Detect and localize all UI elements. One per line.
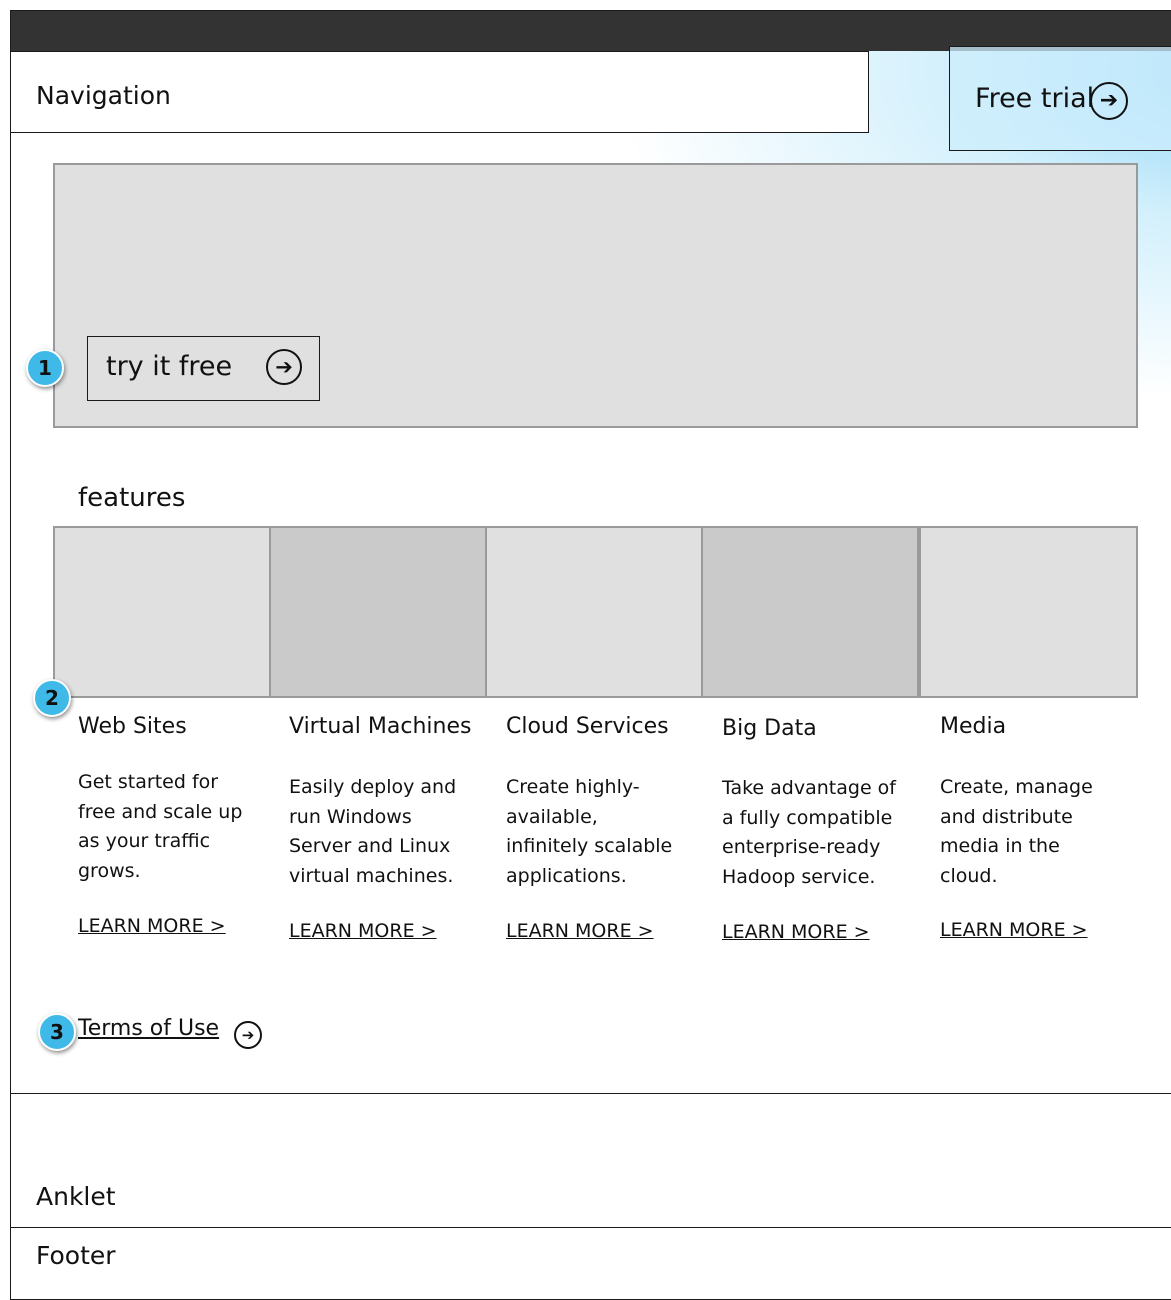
free-trial-button[interactable]: Free trial ➔: [949, 46, 1171, 151]
feature-title-web-sites: Web Sites: [78, 714, 187, 739]
learn-more-link-media[interactable]: LEARN MORE >: [940, 919, 1088, 941]
features-heading: features: [78, 483, 186, 513]
navigation-area[interactable]: Navigation: [11, 51, 869, 133]
anklet-section: Anklet: [11, 1093, 1171, 1228]
footer-label: Footer: [36, 1241, 116, 1270]
feature-image-big-data: [701, 526, 919, 698]
learn-more-link-virtual-machines[interactable]: LEARN MORE >: [289, 920, 437, 942]
learn-more-link-cloud-services[interactable]: LEARN MORE >: [506, 920, 654, 942]
feature-title-cloud-services: Cloud Services: [506, 714, 669, 739]
arrow-right-circle-icon: ➔: [266, 349, 302, 385]
feature-desc-cloud-services: Create highly- available, infinitely sca…: [506, 776, 673, 887]
try-it-free-label: try it free: [106, 351, 233, 382]
arrow-right-circle-icon: ➔: [1090, 82, 1128, 120]
hero-banner: try it free ➔: [53, 163, 1138, 428]
feature-desc-big-data: Take advantage of a fully compatible ent…: [722, 777, 896, 888]
feature-title-virtual-machines: Virtual Machines: [289, 714, 472, 739]
top-bar: [11, 11, 1171, 51]
feature-desc-web-sites: Get started for free and scale up as you…: [78, 771, 243, 882]
callout-badge-1: 1: [26, 349, 64, 387]
feature-title-big-data: Big Data: [722, 716, 817, 741]
page-wireframe: Navigation Free trial ➔ try it free ➔ fe…: [10, 10, 1171, 1300]
feature-image-media: [919, 526, 1138, 698]
try-it-free-button[interactable]: try it free ➔: [87, 336, 320, 401]
learn-more-link-web-sites[interactable]: LEARN MORE >: [78, 915, 226, 937]
feature-image-web-sites: [53, 526, 271, 698]
feature-image-virtual-machines: [269, 526, 487, 698]
feature-title-media: Media: [940, 714, 1007, 739]
navigation-label: Navigation: [36, 81, 171, 110]
learn-more-link-big-data[interactable]: LEARN MORE >: [722, 921, 870, 943]
terms-of-use-link[interactable]: Terms of Use: [78, 1016, 219, 1041]
callout-badge-3: 3: [38, 1013, 76, 1051]
arrow-right-circle-icon[interactable]: ➔: [234, 1021, 262, 1049]
free-trial-label: Free trial: [975, 83, 1095, 114]
feature-image-cloud-services: [485, 526, 703, 698]
feature-desc-media: Create, manage and distribute media in t…: [940, 776, 1093, 887]
feature-desc-virtual-machines: Easily deploy and run Windows Server and…: [289, 776, 457, 887]
anklet-label: Anklet: [36, 1182, 116, 1211]
callout-badge-2: 2: [33, 679, 71, 717]
